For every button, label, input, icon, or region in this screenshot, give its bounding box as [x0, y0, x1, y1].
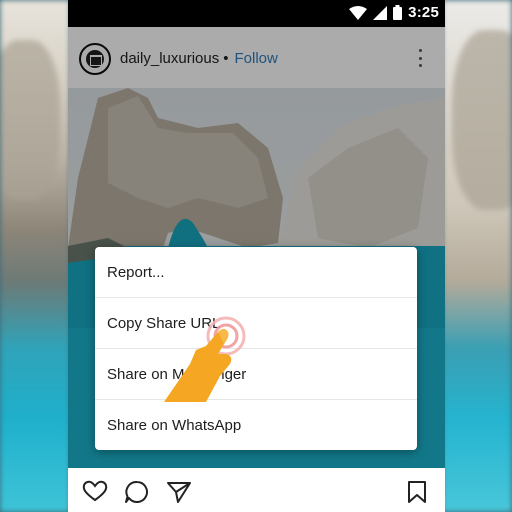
menu-item-report[interactable]: Report... — [95, 247, 417, 298]
background-right-blur — [442, 0, 512, 512]
wifi-icon — [349, 5, 368, 20]
signal-icon — [373, 5, 388, 20]
status-bar: 3:25 — [68, 0, 445, 27]
battery-icon — [393, 5, 403, 20]
comment-icon[interactable] — [124, 480, 150, 504]
bookmark-icon[interactable] — [407, 480, 427, 504]
background-left-blur — [0, 0, 70, 512]
menu-item-share-whatsapp[interactable]: Share on WhatsApp — [95, 400, 417, 450]
heart-icon[interactable] — [82, 480, 108, 502]
status-time: 3:25 — [408, 4, 439, 21]
share-icon[interactable] — [166, 480, 192, 504]
tap-hand-icon — [164, 316, 246, 402]
post-action-bar — [68, 468, 445, 512]
